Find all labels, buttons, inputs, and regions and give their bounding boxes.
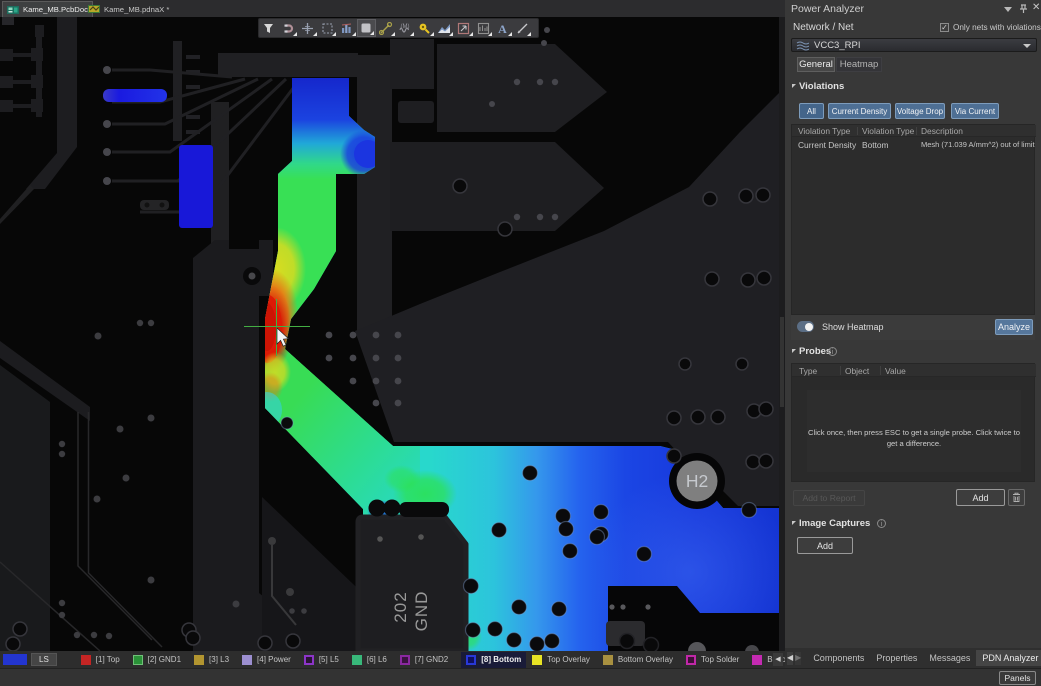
svg-text:H2: H2 [686, 471, 708, 491]
svg-text:A: A [498, 22, 507, 35]
svg-text:202: 202 [391, 591, 410, 622]
svg-text:(M): (M) [400, 24, 409, 30]
svg-text:GND: GND [412, 591, 431, 632]
